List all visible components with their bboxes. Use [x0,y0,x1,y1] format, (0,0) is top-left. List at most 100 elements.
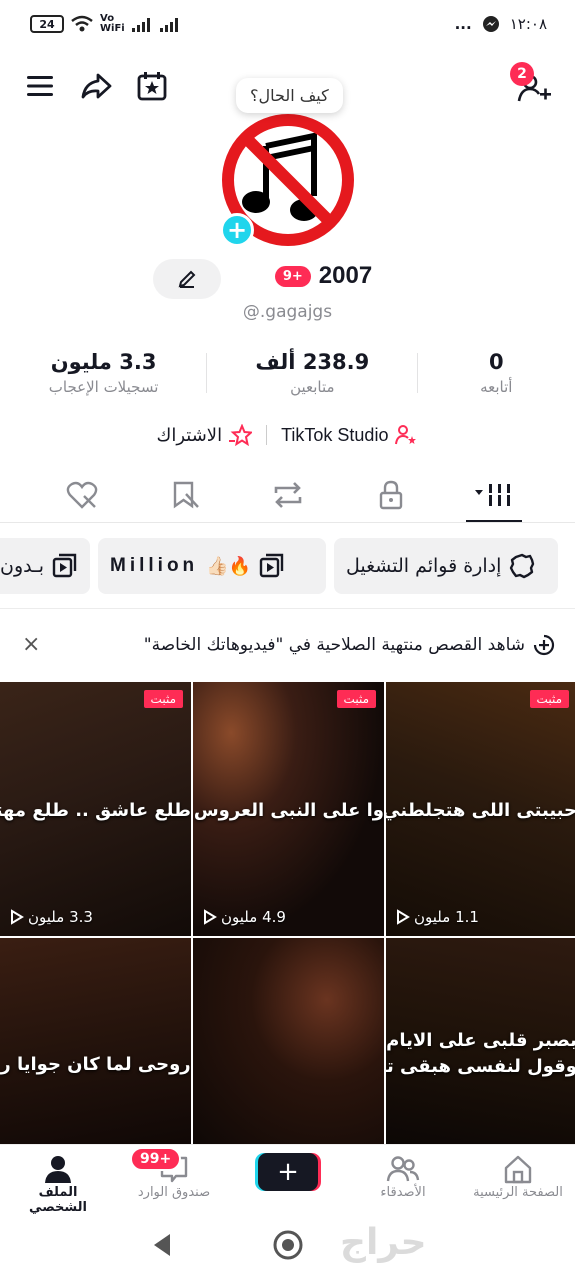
play-icon [11,909,24,925]
notice-content: شاهد القصص منتهية الصلاحية في "فيديوهاتك… [144,634,555,656]
stat-divider [417,353,419,393]
nav-friends[interactable]: الأصدقاء [353,1153,453,1200]
chips-divider [0,608,575,609]
vowifi-label: Vo WiFi [100,13,125,34]
video-overlay-text: طلع عاشق .. طلع مهتم [0,800,191,821]
video-thumbnail-2[interactable]: مثبت وا على النبى العروس غ 4.9 مليون [193,682,384,936]
person-star-icon [395,425,417,445]
signal-icon-2 [160,18,178,32]
grid-dropdown-icon [474,484,512,506]
bottom-nav: الصفحة الرئيسية الأصدقاء + صندوق الوارد … [0,1144,575,1215]
video-overlay-text: روحى لما كان جوايا ر [0,1054,191,1075]
more-dots: ... [454,15,472,33]
view-count: 1.1 مليون [396,908,479,926]
million-emoji: 👍🏻🔥 [206,555,251,577]
video-thumbnail-5[interactable] [193,938,384,1144]
tabs-divider [0,522,575,523]
status-right: ... ١٢:٠٨ [455,15,547,33]
video-thumbnail-6[interactable]: روحى لما كان جوايا ر [0,938,191,1144]
home-circle-icon[interactable] [272,1229,304,1261]
lock-icon [379,480,402,510]
star-badge-icon [229,424,253,446]
playlist-icon [259,553,284,578]
subscription-label: الاشتراك [156,424,223,446]
partial-playlist-chip[interactable]: بـدون [0,538,90,594]
million-playlist-chip[interactable]: Million 👍🏻🔥 [98,538,326,594]
view-count-text: 3.3 مليون [28,908,93,926]
stat-divider [206,353,208,393]
playlists-label: إدارة قوائم التشغيل [346,555,502,577]
clock: ١٢:٠٨ [509,15,547,33]
nav-profile-label: الملف الشخصي [29,1185,87,1215]
tab-favorites[interactable] [155,470,215,520]
video-grid: مثبت طلع عاشق .. طلع مهتم 3.3 مليون مثبت… [0,682,575,1144]
inbox-badge: 99+ [130,1147,182,1171]
playlist-icon [52,553,77,578]
notification-badge: 9+ [274,265,311,287]
signal-icon [132,18,150,32]
tab-reposts[interactable] [258,470,318,520]
create-button[interactable]: + [258,1153,318,1191]
video-overlay-text: حبيبتى اللى هتجلطني [386,800,575,821]
add-story-button[interactable]: + [220,213,254,247]
battery-indicator: 24 [30,15,64,33]
video-thumbnail-1[interactable]: مثبت حبيبتى اللى هتجلطني 1.1 مليون [386,682,575,936]
tab-videos[interactable] [464,470,524,522]
add-circle-icon [533,634,555,656]
repost-icon [274,482,301,508]
content-tabs [0,468,575,522]
links-row: الاشتراك TikTok Studio [0,424,575,446]
play-icon [397,909,410,925]
pinned-badge: مثبت [529,690,569,708]
close-icon[interactable]: × [22,632,40,657]
link-divider [266,425,268,445]
profile-icon [45,1156,71,1183]
stats-row: 3.3 مليون تسجيلات الإعجاب 238.9 ألف متاب… [0,350,575,396]
home-icon [504,1155,532,1184]
nav-home-label: الصفحة الرئيسية [473,1185,563,1200]
display-name: 2007 [318,262,373,289]
followers-label: متابعين [290,378,335,396]
friends-icon [386,1156,420,1182]
likes-count: 3.3 مليون [50,350,157,374]
video-overlay-text: وا على النبى العروس غ [193,800,384,821]
subscription-link[interactable]: الاشتراك [157,424,253,446]
followers-count: 238.9 ألف [255,350,370,374]
tab-liked[interactable] [52,470,112,520]
nav-profile[interactable]: الملف الشخصي [8,1153,108,1215]
back-icon[interactable] [150,1232,174,1258]
million-label: Million [110,555,199,576]
following-count: 0 [488,350,504,374]
video-thumbnail-3[interactable]: مثبت طلع عاشق .. طلع مهتم 3.3 مليون [0,682,191,936]
nav-home[interactable]: الصفحة الرئيسية [468,1153,568,1200]
view-count-text: 4.9 مليون [221,908,286,926]
following-label: أتابعه [480,378,513,396]
following-stat[interactable]: 0 أتابعه [466,350,526,396]
followers-stat[interactable]: 238.9 ألف متابعين [255,350,369,396]
heart-hidden-icon [66,481,97,509]
view-count-text: 1.1 مليون [414,908,479,926]
calendar-star-icon[interactable] [132,66,172,106]
view-count: 4.9 مليون [203,908,286,926]
likes-stat[interactable]: 3.3 مليون تسجيلات الإعجاب [49,350,159,396]
manage-playlists-chip[interactable]: إدارة قوائم التشغيل [334,538,558,594]
tab-private[interactable] [361,470,421,520]
status-bar: 24 Vo WiFi ... ١٢:٠٨ [0,0,575,52]
share-icon[interactable] [76,66,116,106]
tiktok-studio-link[interactable]: TikTok Studio [281,424,418,446]
username-row: 9+ 2007 [0,262,575,290]
notice-text: شاهد القصص منتهية الصلاحية في "فيديوهاتك… [143,635,525,655]
nav-inbox-label: صندوق الوارد [137,1185,211,1200]
video-overlay-text-2: وقول لنفسى هبقى تمام [386,1056,575,1077]
stories-notice[interactable]: × شاهد القصص منتهية الصلاحية في "فيديوها… [0,628,575,662]
menu-icon[interactable] [20,66,60,106]
video-thumbnail-4[interactable]: بصبر قلبى على الايام وقول لنفسى هبقى تما… [386,938,575,1144]
likes-label: تسجيلات الإعجاب [48,378,159,396]
wifi-icon [71,15,93,32]
system-nav: حراج [0,1214,575,1280]
watermark: حراج [340,1222,427,1263]
follow-requests-badge: 2 [510,62,534,86]
studio-label: TikTok Studio [281,424,389,445]
username-handle: @.gagajgs [242,302,333,322]
pinned-badge: مثبت [336,690,376,708]
